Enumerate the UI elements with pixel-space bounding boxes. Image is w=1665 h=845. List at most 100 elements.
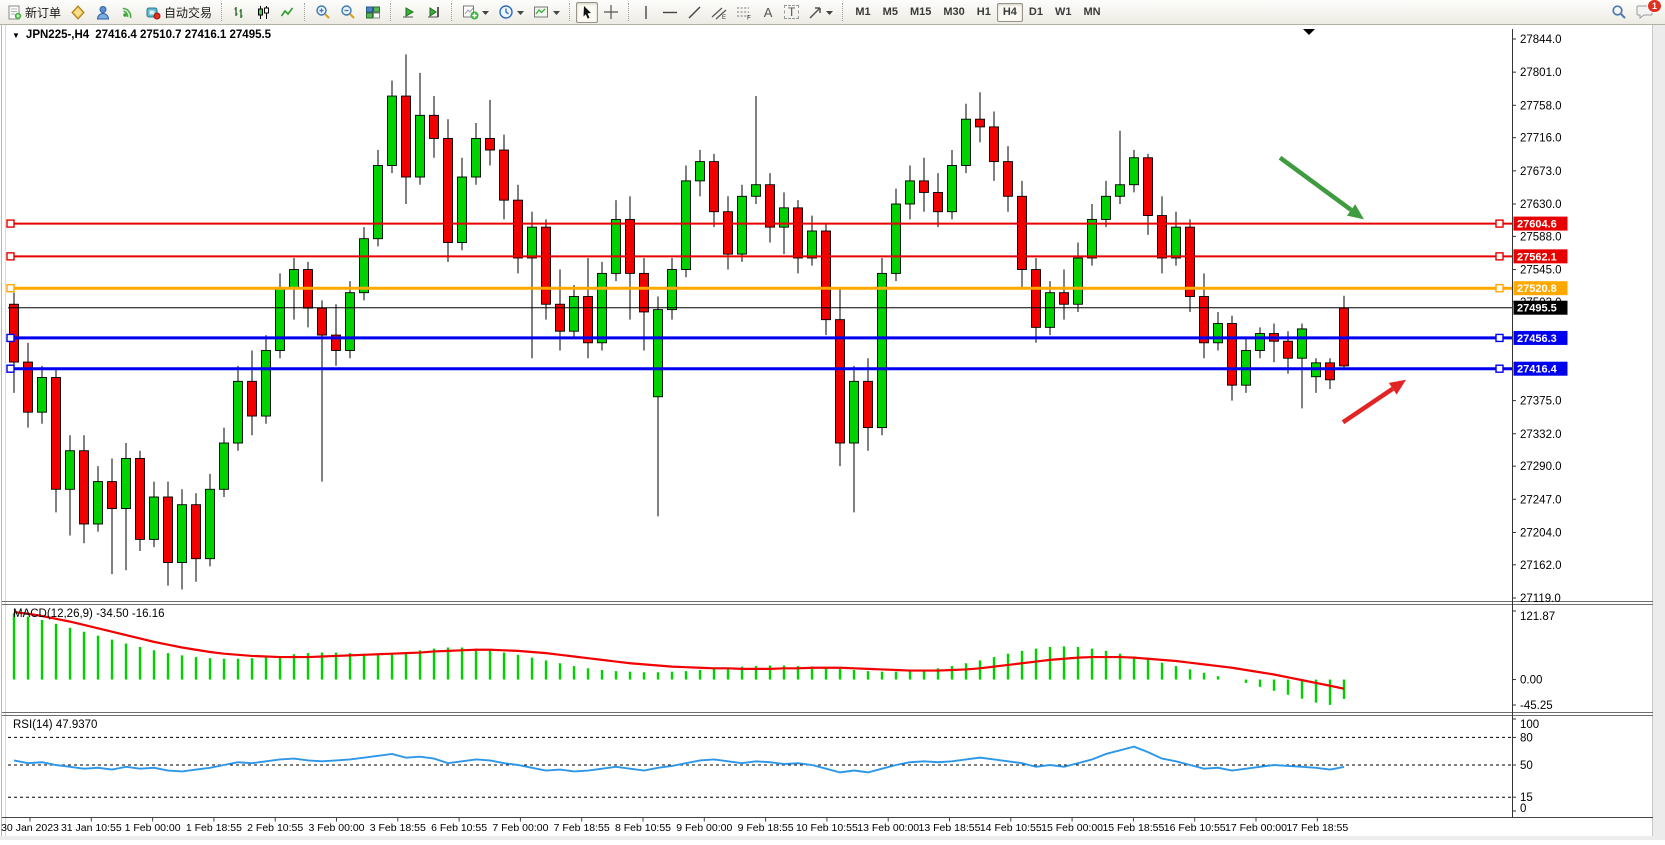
macd-values: -34.50 -16.16 [96,608,164,620]
vertical-line-tool-button[interactable] [635,2,657,23]
candlestick-icon [256,5,271,20]
svg-text:17 Feb 00:00: 17 Feb 00:00 [1225,822,1287,834]
line-chart-mode-button[interactable] [276,2,299,23]
chart-window[interactable]: 27844.027801.027758.027716.027673.027630… [0,25,1665,840]
svg-text:100: 100 [1520,719,1539,731]
clock-icon [498,4,514,20]
toolbar-separator [451,3,453,21]
market-depth-button[interactable] [66,2,90,23]
toolbar-separator [221,3,223,21]
add-indicator-icon [462,4,479,20]
auto-scroll-icon [401,5,417,20]
period-button[interactable] [494,2,528,23]
svg-text:8 Feb 10:55: 8 Feb 10:55 [615,822,671,834]
template-button[interactable] [529,2,564,23]
svg-text:121.87: 121.87 [1520,611,1555,623]
dropdown-caret-icon [553,10,560,15]
timeframe-button-M15[interactable]: M15 [904,3,937,22]
svg-text:15 Feb 00:00: 15 Feb 00:00 [1041,822,1103,834]
zoom-out-button[interactable] [336,2,360,23]
label-tool-button[interactable]: T [780,2,803,23]
person-icon [95,5,111,20]
chat-button[interactable]: 1 [1632,2,1658,23]
timeframe-button-M5[interactable]: M5 [877,3,904,22]
auto-trading-button[interactable]: 自动交易 [141,2,216,23]
chart-canvas[interactable]: 27844.027801.027758.027716.027673.027630… [0,25,1665,840]
chart-title: ▼ JPN225-,H4 27416.4 27510.7 27416.1 274… [12,29,271,41]
svg-text:27119.0: 27119.0 [1520,593,1561,605]
macd-label: MACD(12,26,9) -34.50 -16.16 [13,608,165,620]
svg-text:27290.0: 27290.0 [1520,461,1562,473]
svg-text:0: 0 [1520,803,1526,815]
trendline-icon [687,5,702,20]
svg-text:F: F [747,14,751,20]
trendline-tool-button[interactable] [683,2,706,23]
timeframe-button-W1[interactable]: W1 [1049,3,1078,22]
rsi-name: RSI(14) [13,719,53,731]
channel-tool-button[interactable]: E [707,2,731,23]
svg-text:27801.0: 27801.0 [1520,67,1562,79]
label-tool-icon: T [784,5,799,19]
vertical-line-icon [640,5,652,20]
add-indicator-button[interactable] [458,2,493,23]
zoom-in-button[interactable] [311,2,335,23]
svg-text:27630.0: 27630.0 [1520,199,1562,211]
svg-text:7 Feb 00:00: 7 Feb 00:00 [492,822,548,834]
svg-text:1 Feb 18:55: 1 Feb 18:55 [186,822,242,834]
horizontal-line-tool-button[interactable] [658,2,682,23]
svg-text:7 Feb 18:55: 7 Feb 18:55 [554,822,610,834]
svg-text:27247.0: 27247.0 [1520,494,1562,506]
svg-text:13 Feb 18:55: 13 Feb 18:55 [919,822,981,834]
crosshair-tool-button[interactable] [599,2,623,23]
timeframe-button-D1[interactable]: D1 [1023,3,1049,22]
svg-text:2 Feb 10:55: 2 Feb 10:55 [247,822,303,834]
chart-shift-button[interactable] [422,2,446,23]
shapes-tool-button[interactable] [804,2,837,23]
svg-text:27204.0: 27204.0 [1520,527,1562,539]
new-order-button[interactable]: 新订单 [3,2,65,23]
search-button[interactable] [1607,2,1631,23]
symbol-dropdown-icon[interactable]: ▼ [12,31,20,40]
svg-text:14 Feb 10:55: 14 Feb 10:55 [980,822,1042,834]
svg-text:27562.1: 27562.1 [1517,251,1557,263]
bar-chart-mode-button[interactable] [228,2,251,23]
horizontal-line-icon [662,5,678,20]
timeframe-button-H4[interactable]: H4 [997,3,1023,22]
new-order-icon [7,5,22,20]
zoom-in-icon [315,4,331,20]
main-toolbar: 新订单 自动交易 [0,0,1665,25]
timeframe-button-H1[interactable]: H1 [971,3,997,22]
svg-text:27588.0: 27588.0 [1520,231,1562,243]
line-chart-icon [280,5,295,20]
svg-text:1 Feb 00:00: 1 Feb 00:00 [125,822,181,834]
fibonacci-tool-button[interactable]: F [732,2,756,23]
svg-text:27520.8: 27520.8 [1517,283,1557,295]
svg-text:27162.0: 27162.0 [1520,560,1562,572]
svg-text:10 Feb 10:55: 10 Feb 10:55 [796,822,858,834]
svg-text:31 Jan 10:55: 31 Jan 10:55 [61,822,122,834]
svg-text:27673.0: 27673.0 [1520,166,1562,178]
timeframe-button-M1[interactable]: M1 [849,3,876,22]
chart-shift-icon [426,5,442,20]
tile-windows-button[interactable] [361,2,385,23]
candle-chart-mode-button[interactable] [252,2,275,23]
svg-text:27495.5: 27495.5 [1517,303,1557,315]
svg-text:E: E [722,15,726,20]
svg-text:27416.4: 27416.4 [1517,364,1558,376]
svg-text:27375.0: 27375.0 [1520,396,1562,408]
toolbar-separator [390,3,392,21]
community-button[interactable] [91,2,115,23]
text-tool-button[interactable]: A [757,2,779,23]
toolbar-separator [842,3,844,21]
svg-text:27456.3: 27456.3 [1517,333,1557,345]
equidistant-channel-icon: E [711,5,727,20]
signals-button[interactable] [116,2,140,23]
timeframe-button-MN[interactable]: MN [1077,3,1106,22]
svg-text:9 Feb 18:55: 9 Feb 18:55 [738,822,794,834]
macd-name: MACD(12,26,9) [13,608,93,620]
fibonacci-icon: F [736,5,752,20]
template-icon [533,5,550,20]
auto-scroll-button[interactable] [397,2,421,23]
cursor-tool-button[interactable] [576,2,598,23]
timeframe-button-M30[interactable]: M30 [937,3,970,22]
